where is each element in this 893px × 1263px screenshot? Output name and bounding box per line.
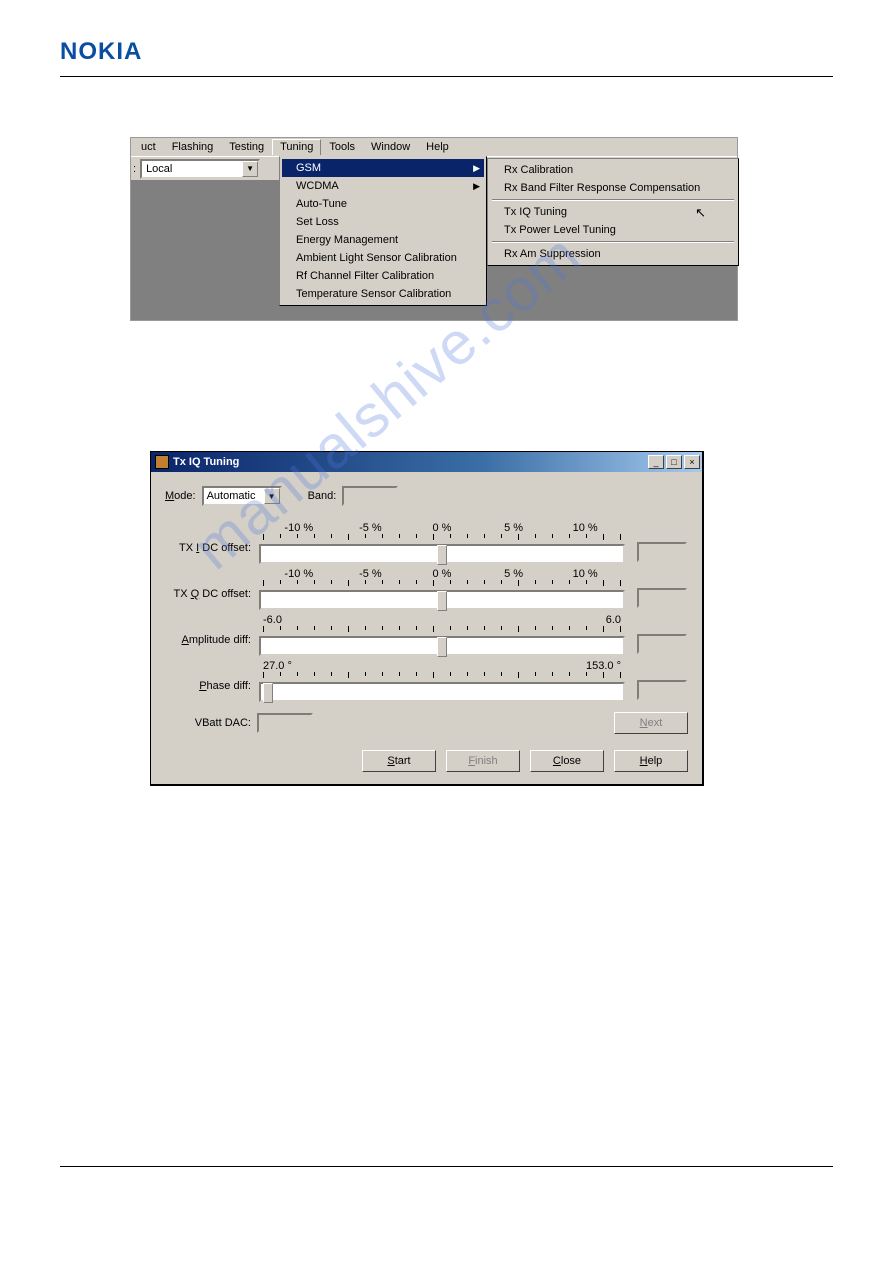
- maximize-button[interactable]: □: [666, 455, 682, 469]
- band-label: Band:: [308, 490, 337, 502]
- close-button[interactable]: ×: [684, 455, 700, 469]
- menu-separator: [492, 199, 734, 201]
- scale-label: -5 %: [335, 522, 407, 534]
- slider-label: Amplitude diff:: [165, 614, 257, 646]
- scale-label: -10 %: [263, 522, 335, 534]
- menu-separator: [492, 241, 734, 243]
- menu-item-help[interactable]: Help: [418, 139, 457, 155]
- menu-item-uct[interactable]: uct: [133, 139, 164, 155]
- tx-iq-tuning-dialog: Tx IQ Tuning _ □ × Mode: Automatic ▼ Ban…: [150, 451, 704, 786]
- scale-label: 5 %: [478, 568, 550, 580]
- cursor-icon: ↖: [695, 205, 706, 221]
- slider-thumb[interactable]: [437, 591, 447, 611]
- start-button[interactable]: Start: [362, 750, 436, 772]
- help-button[interactable]: Help: [614, 750, 688, 772]
- slider-track[interactable]: [259, 636, 625, 656]
- chevron-down-icon[interactable]: ▼: [264, 488, 280, 504]
- slider-thumb[interactable]: [437, 545, 447, 565]
- slider-label: Phase diff:: [165, 660, 257, 692]
- scale-label: -5 %: [335, 568, 407, 580]
- slider-track[interactable]: [259, 544, 625, 564]
- mode-combo[interactable]: Local ▼: [140, 159, 260, 179]
- tuning-dropdown: GSM▶WCDMA▶Auto-TuneSet LossEnergy Manage…: [279, 156, 487, 306]
- tuning-item[interactable]: GSM▶: [282, 159, 484, 177]
- slider-label: TX Q DC offset:: [165, 568, 257, 600]
- close-button[interactable]: Close: [530, 750, 604, 772]
- mode-select[interactable]: Automatic ▼: [202, 486, 282, 506]
- menu-item-flashing[interactable]: Flashing: [164, 139, 222, 155]
- gsm-submenu: Rx CalibrationRx Band Filter Response Co…: [487, 158, 739, 266]
- scale-label: 5 %: [478, 522, 550, 534]
- app-icon: [155, 455, 169, 469]
- gsm-item[interactable]: Tx Power Level Tuning: [490, 221, 736, 239]
- menubar: uctFlashingTestingTuningToolsWindowHelp: [131, 138, 737, 156]
- slider-track[interactable]: [259, 682, 625, 702]
- vbatt-field: [257, 713, 313, 733]
- mode-value: Local: [142, 163, 242, 175]
- header-rule: [60, 76, 833, 77]
- tuning-item[interactable]: Auto-Tune: [282, 195, 484, 213]
- mode-select-value: Automatic: [204, 490, 264, 502]
- finish-button[interactable]: Finish: [446, 750, 520, 772]
- vbatt-label: VBatt DAC:: [165, 717, 257, 729]
- menu-item-window[interactable]: Window: [363, 139, 418, 155]
- tuning-item[interactable]: Rf Channel Filter Calibration: [282, 267, 484, 285]
- slider-track[interactable]: [259, 590, 625, 610]
- scale-label: -6.0: [263, 614, 282, 626]
- slider-value-box: [637, 542, 687, 562]
- slider-value-box: [637, 634, 687, 654]
- scale-label: 10 %: [549, 568, 621, 580]
- scale-label: 0 %: [406, 568, 478, 580]
- submenu-arrow-icon: ▶: [473, 163, 480, 174]
- menu-item-testing[interactable]: Testing: [221, 139, 272, 155]
- slider-thumb[interactable]: [263, 683, 273, 703]
- tuning-item[interactable]: WCDMA▶: [282, 177, 484, 195]
- scale-label: 10 %: [549, 522, 621, 534]
- tuning-item[interactable]: Ambient Light Sensor Calibration: [282, 249, 484, 267]
- tuning-item[interactable]: Energy Management: [282, 231, 484, 249]
- slider-value-box: [637, 680, 687, 700]
- nokia-logo: NOKIA: [60, 38, 833, 66]
- submenu-arrow-icon: ▶: [473, 181, 480, 192]
- minimize-button[interactable]: _: [648, 455, 664, 469]
- dialog-title: Tx IQ Tuning: [173, 456, 646, 468]
- footer-rule: [60, 1166, 833, 1167]
- band-field: [342, 486, 398, 506]
- gsm-item[interactable]: Rx Calibration: [490, 161, 736, 179]
- gsm-item[interactable]: Tx IQ Tuning↖: [490, 203, 736, 221]
- scale-label: 27.0 °: [263, 660, 292, 672]
- menu-item-tools[interactable]: Tools: [321, 139, 363, 155]
- menu-screenshot: uctFlashingTestingTuningToolsWindowHelp …: [130, 137, 738, 321]
- scale-label: 153.0 °: [586, 660, 621, 672]
- gsm-item[interactable]: Rx Band Filter Response Compensation: [490, 179, 736, 197]
- mode-label: Mode:: [165, 490, 196, 502]
- scale-label: -10 %: [263, 568, 335, 580]
- titlebar: Tx IQ Tuning _ □ ×: [151, 452, 702, 472]
- slider-label: TX I DC offset:: [165, 522, 257, 554]
- chevron-down-icon[interactable]: ▼: [242, 161, 258, 177]
- scale-label: 0 %: [406, 522, 478, 534]
- menu-item-tuning[interactable]: Tuning: [272, 139, 321, 155]
- slider-thumb[interactable]: [437, 637, 447, 657]
- gsm-item[interactable]: Rx Am Suppression: [490, 245, 736, 263]
- tuning-item[interactable]: Set Loss: [282, 213, 484, 231]
- tuning-item[interactable]: Temperature Sensor Calibration: [282, 285, 484, 303]
- next-button[interactable]: Next: [614, 712, 688, 734]
- scale-label: 6.0: [606, 614, 621, 626]
- mode-colon: :: [133, 163, 136, 175]
- slider-value-box: [637, 588, 687, 608]
